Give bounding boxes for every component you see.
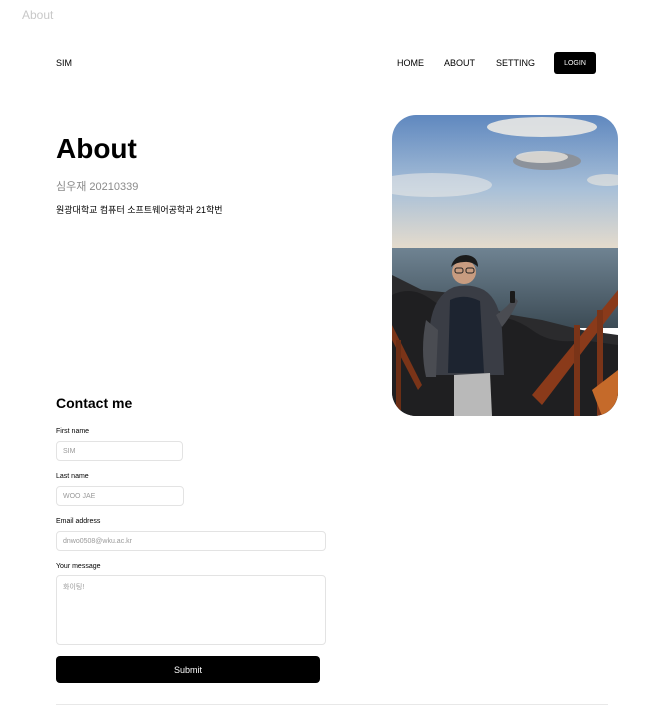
first-name-field[interactable]: SIM (56, 441, 183, 461)
message-textarea[interactable]: 화이팅! (56, 575, 326, 645)
email-label: Email address (56, 518, 101, 525)
name-student-id: 심우재 20210339 (56, 181, 139, 193)
nav-link-setting[interactable]: SETTING (496, 58, 535, 68)
brand-logo[interactable]: SIM (56, 58, 72, 68)
last-name-field[interactable]: WOO JAE (56, 486, 184, 506)
profile-photo (392, 115, 618, 416)
first-name-label: First name (56, 428, 90, 435)
nav-link-about[interactable]: ABOUT (444, 58, 475, 68)
department-description: 원광대학교 컴퓨터 소프트웨어공학과 21학번 (56, 205, 223, 215)
email-field[interactable]: dnwo0508@wku.ac.kr (56, 531, 326, 551)
last-name-label: Last name (56, 473, 89, 480)
login-button[interactable]: LOGIN (554, 52, 596, 74)
nav-link-home[interactable]: HOME (397, 58, 424, 68)
submit-button[interactable]: Submit (56, 656, 320, 683)
footer-divider (56, 704, 608, 705)
page-title: About (56, 133, 137, 164)
contact-heading: Contact me (56, 395, 133, 411)
window-tab-title: About (22, 8, 54, 22)
message-label: Your message (56, 563, 101, 570)
